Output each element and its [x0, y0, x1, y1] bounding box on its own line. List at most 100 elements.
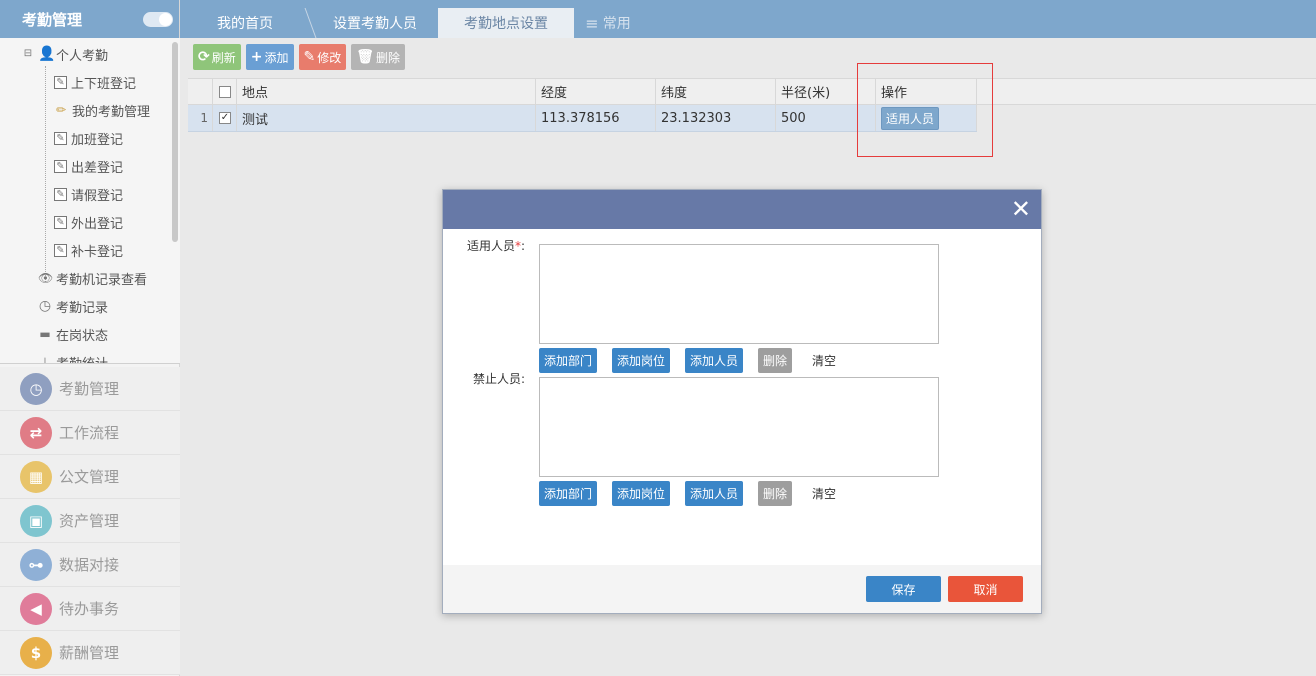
forbid-staff-label: 禁止人员:: [472, 372, 525, 386]
header-location[interactable]: 地点: [237, 79, 536, 104]
apply-clear-button[interactable]: 清空: [812, 348, 836, 373]
select-all-checkbox[interactable]: [219, 85, 231, 98]
edit-box-icon: ✎: [54, 243, 67, 257]
tree-item-business-trip[interactable]: ✎ 出差登记: [54, 152, 123, 180]
tab-set-attendance-staff[interactable]: 设置考勤人员: [320, 8, 430, 38]
tab-label: 设置考勤人员: [333, 16, 417, 32]
clock-icon: ◷: [38, 298, 52, 314]
module-workflow[interactable]: ⇄ 工作流程: [0, 411, 180, 455]
close-icon[interactable]: ✕: [1011, 197, 1031, 221]
tab-label: 我的首页: [217, 16, 273, 32]
row-checkbox-cell[interactable]: ✓: [213, 105, 237, 131]
user-icon: 👤: [38, 46, 56, 62]
module-todo[interactable]: ◀ 待办事务: [0, 587, 180, 631]
collapse-icon[interactable]: ⊟: [22, 47, 34, 61]
header-checkbox[interactable]: [213, 79, 237, 104]
menu-icon: ≡: [585, 13, 599, 33]
module-label: 资产管理: [59, 512, 120, 530]
module-label: 数据对接: [59, 556, 120, 574]
tree-item-label: 外出登记: [71, 216, 124, 232]
tree-item-attendance-records[interactable]: ◷ 考勤记录: [38, 292, 108, 320]
tree-node-personal-attendance[interactable]: ⊟ 👤 个人考勤: [22, 40, 108, 68]
delete-button[interactable]: 🗑 删除: [351, 44, 406, 70]
apply-delete-button[interactable]: 删除: [758, 348, 792, 373]
module-attendance[interactable]: ◷ 考勤管理: [0, 367, 180, 411]
cancel-button[interactable]: 取消: [948, 576, 1023, 602]
cell-longitude: 113.378156: [536, 105, 656, 131]
sidebar-toggle[interactable]: [143, 12, 173, 27]
header-latitude[interactable]: 纬度: [656, 79, 776, 104]
tree-item-label: 出差登记: [71, 160, 124, 176]
dialog-header: ✕: [443, 190, 1041, 229]
edit-box-icon: ✎: [54, 159, 67, 173]
plus-icon: +: [250, 49, 263, 65]
button-label: 删除: [376, 50, 401, 65]
apply-add-user-button[interactable]: 添加人员: [685, 348, 743, 373]
forbid-add-post-button[interactable]: 添加岗位: [612, 481, 670, 506]
tree-item-label: 考勤机记录查看: [56, 272, 148, 288]
edit-box-icon: ✎: [54, 131, 67, 145]
edit-button[interactable]: ✎ 修改: [298, 44, 347, 70]
tree-item-overtime[interactable]: ✎ 加班登记: [54, 124, 123, 152]
tab-common[interactable]: ≡ 常用: [578, 8, 638, 38]
button-label: 修改: [317, 50, 342, 65]
row-index: 1: [188, 105, 213, 131]
eye-icon: 👁: [38, 271, 54, 285]
tree-item-clock-in[interactable]: ✎ 上下班登记: [54, 68, 136, 96]
tree-item-leave[interactable]: ✎ 请假登记: [54, 180, 123, 208]
cell-location: 测试: [237, 105, 536, 131]
briefcase-icon: ▣: [20, 504, 52, 537]
card-icon: ▬: [39, 327, 51, 341]
module-documents[interactable]: ▦ 公文管理: [0, 455, 180, 499]
tab-bar: 我的首页 设置考勤人员 考勤地点设置 ≡ 常用: [180, 0, 1316, 38]
forbid-staff-field[interactable]: [539, 377, 939, 477]
sidebar-tree: ⊟ 👤 个人考勤 ✎ 上下班登记 ✏ 我的考勤管理 ✎ 加班登记 ✎ 出差登记 …: [0, 38, 180, 364]
dialog-body: 适用人员*: 添加部门 添加岗位 添加人员 删除 清空 禁止人员: 添加部门 添…: [448, 229, 1038, 565]
header-longitude[interactable]: 经度: [536, 79, 656, 104]
chart-icon: ⊥: [39, 355, 51, 364]
forbid-delete-button[interactable]: 删除: [758, 481, 792, 506]
flow-icon: ⇄: [20, 416, 52, 449]
cell-latitude: 23.132303: [656, 105, 776, 131]
module-data-integration[interactable]: ⊶ 数据对接: [0, 543, 180, 587]
module-label: 考勤管理: [59, 380, 120, 398]
tree-item-label: 考勤统计: [56, 356, 109, 364]
tree-item-label: 在岗状态: [56, 328, 109, 344]
module-assets[interactable]: ▣ 资产管理: [0, 499, 180, 543]
tab-home[interactable]: 我的首页: [200, 8, 290, 38]
tree-item-my-attendance[interactable]: ✏ 我的考勤管理: [54, 96, 150, 124]
tree-item-machine-records[interactable]: 👁 考勤机记录查看: [38, 264, 147, 292]
sidebar-header: 考勤管理: [0, 0, 179, 38]
save-button[interactable]: 保存: [866, 576, 941, 602]
speaker-icon: ◀: [20, 592, 52, 625]
refresh-button[interactable]: ⟳ 刷新: [193, 44, 241, 70]
add-button[interactable]: + 添加: [245, 44, 294, 70]
tree-guide-line: [45, 66, 46, 282]
forbid-add-user-button[interactable]: 添加人员: [685, 481, 743, 506]
edit-box-icon: ✎: [54, 75, 67, 89]
module-payroll[interactable]: $ 薪酬管理: [0, 631, 180, 675]
tree-item-on-duty-status[interactable]: ▬ 在岗状态: [38, 320, 108, 348]
tree-item-statistics[interactable]: ⊥ 考勤统计: [38, 348, 109, 364]
sidebar: 考勤管理 ⊟ 👤 个人考勤 ✎ 上下班登记 ✏ 我的考勤管理 ✎ 加班登记 ✎ …: [0, 0, 180, 676]
document-icon: ▦: [20, 460, 52, 493]
apply-add-department-button[interactable]: 添加部门: [539, 348, 597, 373]
apply-staff-field[interactable]: [539, 244, 939, 344]
tab-separator: [304, 8, 317, 38]
forbid-clear-button[interactable]: 清空: [812, 481, 836, 506]
tree-item-outing[interactable]: ✎ 外出登记: [54, 208, 123, 236]
module-label: 薪酬管理: [59, 644, 120, 662]
apply-staff-dialog: ✕ 适用人员*: 添加部门 添加岗位 添加人员 删除 清空 禁止人员: 添加部门…: [442, 189, 1042, 614]
tree-item-punch-correction[interactable]: ✎ 补卡登记: [54, 236, 123, 264]
grid-header: 地点 经度 纬度 半径(米) 操作: [188, 78, 1316, 105]
sidebar-scrollbar[interactable]: [172, 42, 178, 242]
module-label: 工作流程: [59, 424, 120, 442]
apply-add-post-button[interactable]: 添加岗位: [612, 348, 670, 373]
toolbar: ⟳ 刷新 + 添加 ✎ 修改 🗑 删除: [188, 44, 406, 74]
trash-icon: 🗑: [356, 49, 375, 65]
apply-staff-label: 适用人员*:: [467, 237, 525, 254]
pencil-icon: ✎: [303, 49, 316, 65]
row-checkbox[interactable]: ✓: [219, 112, 231, 124]
forbid-add-department-button[interactable]: 添加部门: [539, 481, 597, 506]
tab-attendance-location[interactable]: 考勤地点设置: [438, 8, 574, 38]
